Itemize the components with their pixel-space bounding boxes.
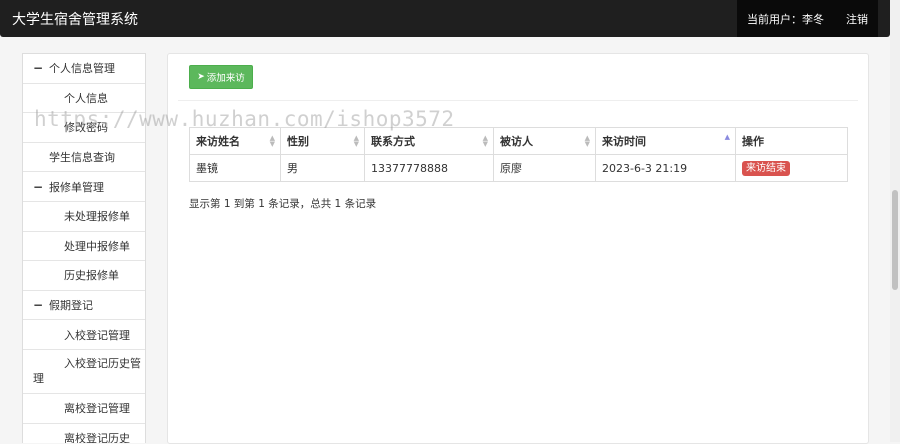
pagination-summary: 显示第 1 到第 1 条记录，总共 1 条记录 <box>189 198 377 210</box>
sidebar-group-holiday[interactable]: − 假期登记 <box>23 291 145 321</box>
sidebar-group-repair[interactable]: − 报修单管理 <box>23 172 145 202</box>
paper-plane-icon: ➤ <box>197 72 205 82</box>
current-user-name: 李冬 <box>802 12 824 26</box>
scrollbar-thumb[interactable] <box>892 190 898 290</box>
sort-icon: ▲ ▼ <box>482 134 488 148</box>
sidebar-item-repair-processing[interactable]: 处理中报修单 <box>23 232 145 262</box>
cell-action: 来访结束 <box>735 154 848 182</box>
sidebar-item-repair-history[interactable]: 历史报修单 <box>23 261 145 291</box>
column-header-phone[interactable]: 联系方式 ▲ ▼ <box>364 127 494 155</box>
minus-icon: − <box>33 61 44 76</box>
minus-icon: − <box>33 179 44 194</box>
end-visit-button[interactable]: 来访结束 <box>742 160 790 176</box>
table-row: 墨镜 男 13377778888 原廖 2023-6-3 21:19 来访结束 <box>189 154 848 182</box>
sidebar-item-change-password[interactable]: 修改密码 <box>23 113 145 143</box>
cell-phone: 13377778888 <box>364 154 494 182</box>
sidebar-group-label: 报修单管理 <box>49 180 104 194</box>
sort-icon: ▲ ▼ <box>269 134 275 148</box>
table-header-row: 来访姓名 ▲ ▼ 性别 ▲ ▼ 联系方式 ▲ ▼ 被访人 ▲ ▼ 来访时间 ▲ 操作 <box>189 127 848 155</box>
column-header-time[interactable]: 来访时间 ▲ <box>595 127 736 155</box>
app-title: 大学生宿舍管理系统 <box>12 12 138 28</box>
visit-table: 来访姓名 ▲ ▼ 性别 ▲ ▼ 联系方式 ▲ ▼ 被访人 ▲ ▼ 来访时间 ▲ 操作 墨镜 男 1… <box>189 127 848 182</box>
sort-icon: ▲ ▼ <box>584 134 590 148</box>
add-visit-button[interactable]: ➤ 添加来访 <box>189 65 253 89</box>
content-panel: ➤ 添加来访 来访姓名 ▲ ▼ 性别 ▲ ▼ 联系方式 ▲ ▼ 被访人 ▲ ▼ 来访时间 ▲ 操作… <box>167 53 869 444</box>
cell-host: 原廖 <box>493 154 596 182</box>
sidebar-group-label: 个人信息管理 <box>49 62 115 76</box>
page-scrollbar[interactable] <box>890 0 900 442</box>
sidebar-item-leave-history[interactable]: 离校登记历史 <box>23 424 145 443</box>
column-header-action: 操作 <box>735 127 848 155</box>
sidebar-item-personal-info[interactable]: 个人信息 <box>23 84 145 114</box>
divider <box>178 100 858 101</box>
column-header-name[interactable]: 来访姓名 ▲ ▼ <box>189 127 281 155</box>
sidebar-item-repair-pending[interactable]: 未处理报修单 <box>23 202 145 232</box>
sidebar-group-personal[interactable]: − 个人信息管理 <box>23 54 145 84</box>
sidebar-group-label: 假期登记 <box>49 299 93 313</box>
cell-time: 2023-6-3 21:19 <box>595 154 736 182</box>
sort-asc-icon: ▲ <box>724 133 730 141</box>
sidebar-item-label: 入校登记历史管理 <box>33 356 141 385</box>
column-header-host[interactable]: 被访人 ▲ ▼ <box>493 127 596 155</box>
sidebar-item-return-history[interactable]: 入校登记历史管理 <box>23 350 145 394</box>
add-visit-label: 添加来访 <box>206 73 245 84</box>
top-navbar: 大学生宿舍管理系统 当前用户： 李冬 注销 <box>0 0 890 37</box>
column-header-gender[interactable]: 性别 ▲ ▼ <box>280 127 365 155</box>
sidebar-item-leave-manage[interactable]: 离校登记管理 <box>23 394 145 424</box>
sidebar: − 个人信息管理 个人信息 修改密码 学生信息查询 − 报修单管理 未处理报修单… <box>22 53 146 443</box>
sidebar-item-student-query[interactable]: 学生信息查询 <box>23 143 145 173</box>
current-user-label: 当前用户： <box>747 12 802 26</box>
logout-link[interactable]: 注销 <box>846 11 868 27</box>
minus-icon: − <box>33 298 44 313</box>
cell-gender: 男 <box>280 154 365 182</box>
user-box: 当前用户： 李冬 注销 <box>737 0 878 37</box>
sidebar-item-return-manage[interactable]: 入校登记管理 <box>23 320 145 350</box>
cell-name: 墨镜 <box>189 154 281 182</box>
sort-icon: ▲ ▼ <box>353 134 359 148</box>
